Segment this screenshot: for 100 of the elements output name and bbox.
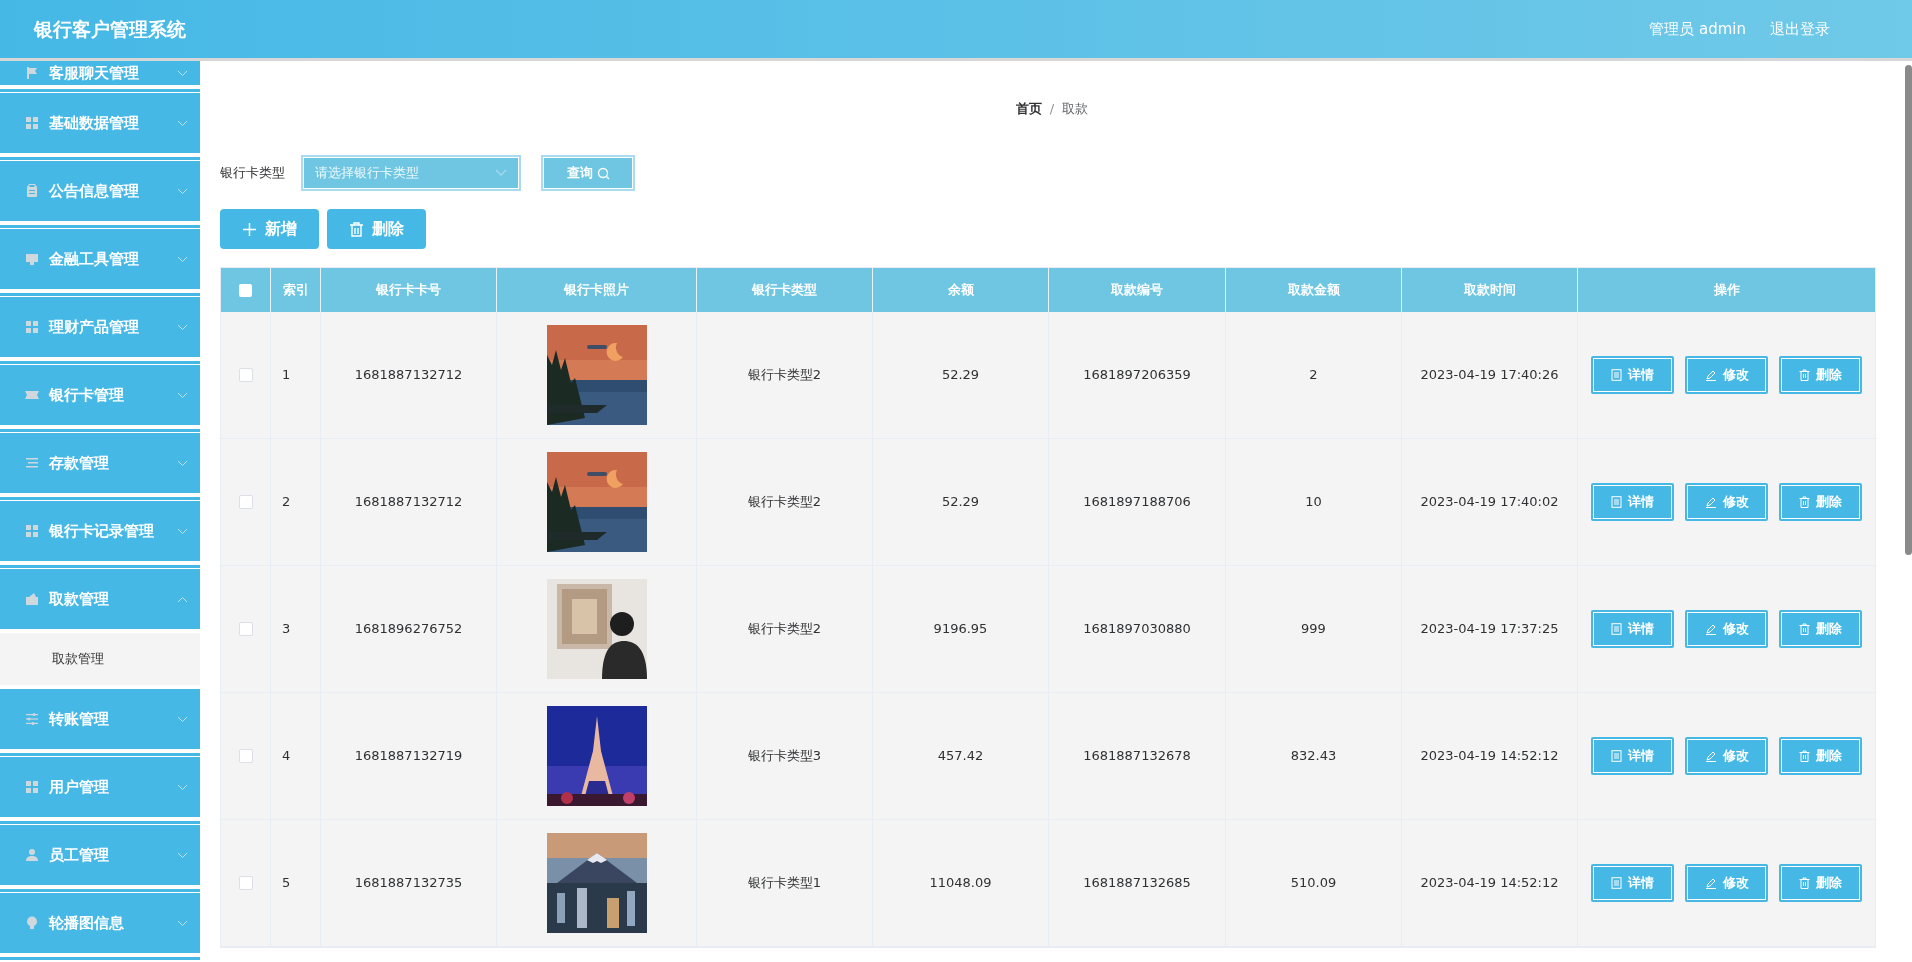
column-header: 操作 — [1712, 281, 1741, 300]
table-cell-text: 5 — [282, 874, 291, 893]
delete-button[interactable]: 删除 — [1779, 356, 1862, 394]
clipboard-icon — [25, 184, 39, 198]
table-cell-text: 457.42 — [937, 747, 984, 766]
delete-button[interactable]: 删除 — [327, 209, 426, 249]
table-cell-text: 1681897030880 — [1083, 620, 1191, 639]
table-cell-text: 1681887132712 — [354, 493, 463, 512]
chevron-down-icon — [177, 119, 188, 127]
delete-button[interactable]: 删除 — [1779, 864, 1862, 902]
row-checkbox[interactable] — [238, 495, 253, 509]
document-icon — [1611, 496, 1622, 508]
table-cell-text: 510.09 — [1290, 874, 1337, 893]
logout-link[interactable]: 退出登录 — [1770, 17, 1830, 41]
table-cell-text: 2023-04-19 17:40:02 — [1420, 493, 1559, 512]
chevron-down-icon — [177, 851, 188, 859]
edit-button[interactable]: 修改 — [1685, 864, 1768, 902]
detail-button[interactable]: 详情 — [1591, 864, 1674, 902]
table-cell-text: 3 — [282, 620, 291, 639]
detail-button[interactable]: 详情 — [1591, 356, 1674, 394]
breadcrumb-item: 取款 — [1062, 100, 1089, 119]
table-cell-text: 1681887132719 — [354, 747, 463, 766]
trash-icon — [349, 221, 364, 237]
table-cell-text: 832.43 — [1290, 747, 1337, 766]
table-cell-text: 52.29 — [941, 493, 980, 512]
table-cell-text: 4 — [282, 747, 291, 766]
bulb-icon — [25, 916, 39, 930]
table-cell-text: 1681887132712 — [354, 366, 463, 385]
chevron-up-icon — [177, 595, 188, 603]
user-label: 管理员 admin — [1649, 18, 1746, 40]
delete-button[interactable]: 删除 — [1779, 483, 1862, 521]
grid-icon — [25, 116, 39, 130]
table-cell-text: 1681887132678 — [1083, 747, 1191, 766]
row-checkbox[interactable] — [238, 749, 253, 763]
document-icon — [1611, 369, 1622, 381]
chevron-down-icon — [177, 783, 188, 791]
table-cell-text: 1 — [282, 366, 291, 385]
chevron-down-icon — [177, 919, 188, 927]
app-title: 银行客户管理系统 — [34, 16, 186, 42]
filter-label: 银行卡类型 — [220, 164, 285, 183]
person-icon — [25, 848, 39, 862]
card-type-select[interactable]: 请选择银行卡类型 — [301, 155, 521, 191]
table-cell-text: 999 — [1301, 620, 1326, 639]
chevron-down-icon — [177, 255, 188, 263]
table-cell-text: 2023-04-19 17:40:26 — [1420, 366, 1559, 385]
pencil-icon — [1704, 496, 1717, 508]
chevron-down-icon — [495, 169, 507, 177]
plus-icon — [242, 221, 257, 237]
pencil-icon — [1704, 877, 1717, 889]
chevron-down-icon — [177, 459, 188, 467]
chevron-down-icon — [177, 715, 188, 723]
table-cell-text: 1681897188706 — [1083, 493, 1191, 512]
chevron-down-icon — [177, 527, 188, 535]
row-checkbox[interactable] — [238, 368, 253, 382]
detail-button[interactable]: 详情 — [1591, 610, 1674, 648]
add-button[interactable]: 新增 — [220, 209, 319, 249]
edit-button[interactable]: 修改 — [1685, 737, 1768, 775]
search-icon — [596, 166, 610, 180]
table-cell-text: 银行卡类型2 — [747, 366, 822, 385]
flag-icon — [25, 66, 39, 80]
table-cell-text: 10 — [1305, 493, 1322, 512]
table-cell-text: 1681897206359 — [1083, 366, 1191, 385]
table-cell-text: 2023-04-19 14:52:12 — [1420, 747, 1559, 766]
edit-button[interactable]: 修改 — [1685, 610, 1768, 648]
trash-icon — [1799, 369, 1810, 381]
wallet-icon — [25, 592, 39, 606]
delete-button[interactable]: 删除 — [1779, 737, 1862, 775]
select-placeholder: 请选择银行卡类型 — [315, 164, 419, 183]
chevron-down-icon — [177, 69, 188, 77]
table-cell-text: 银行卡类型2 — [747, 493, 822, 512]
search-button[interactable]: 查询 — [541, 155, 635, 191]
trash-icon — [1799, 877, 1810, 889]
table-cell-text: 2 — [1309, 366, 1318, 385]
table-cell-text: 1681887132735 — [354, 874, 463, 893]
pencil-icon — [1704, 369, 1717, 381]
pencil-icon — [1704, 750, 1717, 762]
table-cell-text: 2 — [282, 493, 291, 512]
table-cell-text: 1681896276752 — [354, 620, 463, 639]
edit-button[interactable]: 修改 — [1685, 483, 1768, 521]
table-cell-text: 银行卡类型1 — [747, 874, 822, 893]
select-all-checkbox[interactable] — [239, 283, 252, 297]
delete-button[interactable]: 删除 — [1779, 610, 1862, 648]
row-checkbox[interactable] — [238, 876, 253, 890]
detail-button[interactable]: 详情 — [1591, 737, 1674, 775]
pencil-icon — [1704, 623, 1717, 635]
breadcrumb-item[interactable]: 首页 — [1015, 99, 1042, 119]
table-cell-text: 9196.95 — [933, 620, 988, 639]
table-cell-text: 52.29 — [941, 366, 980, 385]
submenu-item[interactable]: 取款管理 — [0, 633, 200, 685]
grid-icon — [25, 780, 39, 794]
grid-icon — [25, 524, 39, 538]
document-icon — [1611, 623, 1622, 635]
document-icon — [1611, 750, 1622, 762]
table-cell-text: 2023-04-19 14:52:12 — [1420, 874, 1559, 893]
table-cell-text: 2023-04-19 17:37:25 — [1420, 620, 1559, 639]
row-checkbox[interactable] — [238, 622, 253, 636]
grid-icon — [25, 320, 39, 334]
edit-button[interactable]: 修改 — [1685, 356, 1768, 394]
tray-icon — [25, 252, 39, 266]
detail-button[interactable]: 详情 — [1591, 483, 1674, 521]
